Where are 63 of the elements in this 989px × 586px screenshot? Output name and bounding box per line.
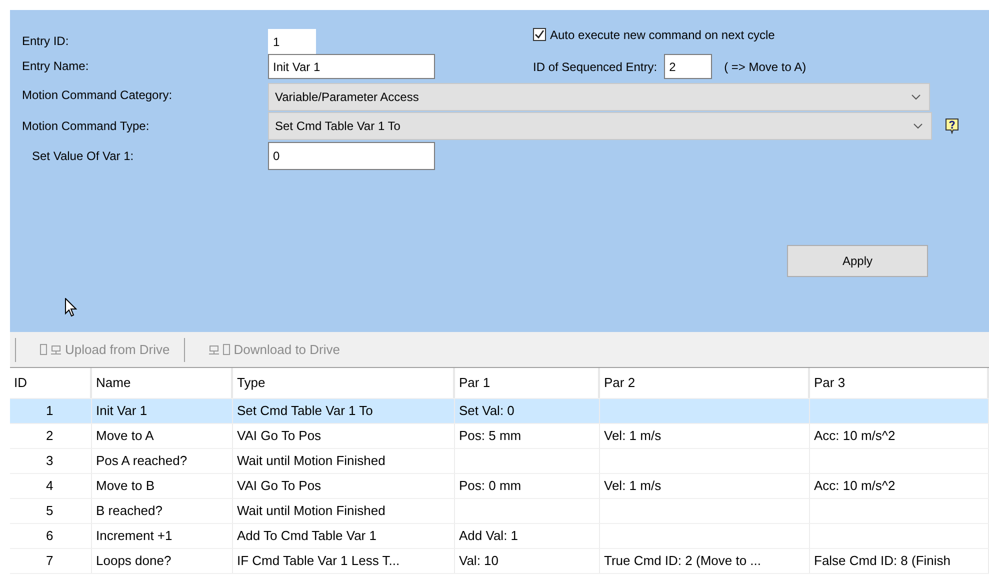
sequenced-entry-hint: ( => Move to A) xyxy=(724,60,806,74)
chevron-down-icon xyxy=(913,123,923,129)
table-cell: Pos: 5 mm xyxy=(455,424,600,448)
table-row[interactable]: 5 B reached? Wait until Motion Finished xyxy=(10,499,989,524)
table-cell: Pos: 0 mm xyxy=(455,474,600,498)
table-row[interactable]: 3 Pos A reached? Wait until Motion Finished xyxy=(10,449,989,474)
table-cell: VAI Go To Pos xyxy=(233,474,455,498)
table-cell: Wait until Motion Finished xyxy=(233,499,455,523)
table-cell: 5 xyxy=(10,499,92,523)
checkbox[interactable] xyxy=(533,28,546,41)
sequenced-entry-field[interactable]: 2 xyxy=(664,54,712,79)
table-cell: 4 xyxy=(10,474,92,498)
table-row[interactable]: 7 Loops done? IF Cmd Table Var 1 Less T... Val: 10 True Cmd ID: 2 (Move to ... False Cmd ID: 8 (Finish xyxy=(10,549,989,574)
table-cell: Move to A xyxy=(92,424,233,448)
table-cell: Add Val: 1 xyxy=(455,524,600,548)
table-cell: Vel: 1 m/s xyxy=(600,424,810,448)
set-value-field[interactable]: 0 xyxy=(268,142,435,170)
table-cell: 3 xyxy=(10,449,92,473)
table-cell: Set Cmd Table Var 1 To xyxy=(233,399,455,423)
table-cell: Wait until Motion Finished xyxy=(233,449,455,473)
entry-name-field[interactable]: Init Var 1 xyxy=(268,54,435,79)
dropdown[interactable]: Set Cmd Table Var 1 To xyxy=(268,112,932,140)
table-cell: Acc: 10 m/s^2 xyxy=(810,424,989,448)
field-label: ID of Sequenced Entry: xyxy=(533,60,658,74)
field-label: Motion Command Category: xyxy=(22,87,174,104)
table-cell: 2 xyxy=(10,424,92,448)
table-row[interactable]: 1 Init Var 1 Set Cmd Table Var 1 To Set Val: 0 xyxy=(10,399,989,424)
apply-button[interactable]: Apply xyxy=(787,245,928,277)
table-cell: Pos A reached? xyxy=(92,449,233,473)
table-row[interactable]: 2 Move to A VAI Go To Pos Pos: 5 mm Vel: 1 m/s Acc: 10 m/s^2 xyxy=(10,424,989,449)
field-label: Motion Command Type: xyxy=(22,118,150,135)
monitor-icon xyxy=(208,344,219,354)
table-cell: B reached? xyxy=(92,499,233,523)
rectangle-icon xyxy=(222,344,230,355)
field-label: Entry Name: xyxy=(22,58,90,75)
entry-id-field: 1 xyxy=(268,29,316,54)
table-cell: True Cmd ID: 2 (Move to ... xyxy=(600,549,810,573)
cursor-icon xyxy=(65,298,77,317)
table-cell: IF Cmd Table Var 1 Less T... xyxy=(233,549,455,573)
table-cell: Move to B xyxy=(92,474,233,498)
table-cell: Val: 10 xyxy=(455,549,600,573)
table-row[interactable]: 6 Increment +1 Add To Cmd Table Var 1 Add Val: 1 xyxy=(10,524,989,549)
table-row[interactable]: 4 Move to B VAI Go To Pos Pos: 0 mm Vel: 1 m/s Acc: 10 m/s^2 xyxy=(10,474,989,499)
table-cell: Vel: 1 m/s xyxy=(600,474,810,498)
table-cell: Acc: 10 m/s^2 xyxy=(810,474,989,498)
checkbox-label: Auto execute new command on next cycle xyxy=(550,28,775,42)
monitor-icon xyxy=(51,344,61,354)
table-cell: Init Var 1 xyxy=(92,399,233,423)
table-cell: False Cmd ID: 8 (Finish xyxy=(810,549,989,573)
field-label: Set Value Of Var 1: xyxy=(31,148,135,165)
table-cell: 7 xyxy=(10,549,92,573)
table-cell: Set Val: 0 xyxy=(455,399,600,423)
table-cell: VAI Go To Pos xyxy=(233,424,455,448)
chevron-down-icon xyxy=(911,94,921,100)
table-cell: Add To Cmd Table Var 1 xyxy=(233,524,455,548)
table-cell: 1 xyxy=(10,399,92,423)
rectangle-icon xyxy=(40,344,47,355)
table-cell: Increment +1 xyxy=(92,524,233,548)
field-label: Entry ID: xyxy=(22,33,70,50)
help-icon[interactable] xyxy=(945,118,959,134)
table-cell: Loops done? xyxy=(92,549,233,573)
dropdown[interactable]: Variable/Parameter Access xyxy=(268,83,930,111)
table-cell: 6 xyxy=(10,524,92,548)
